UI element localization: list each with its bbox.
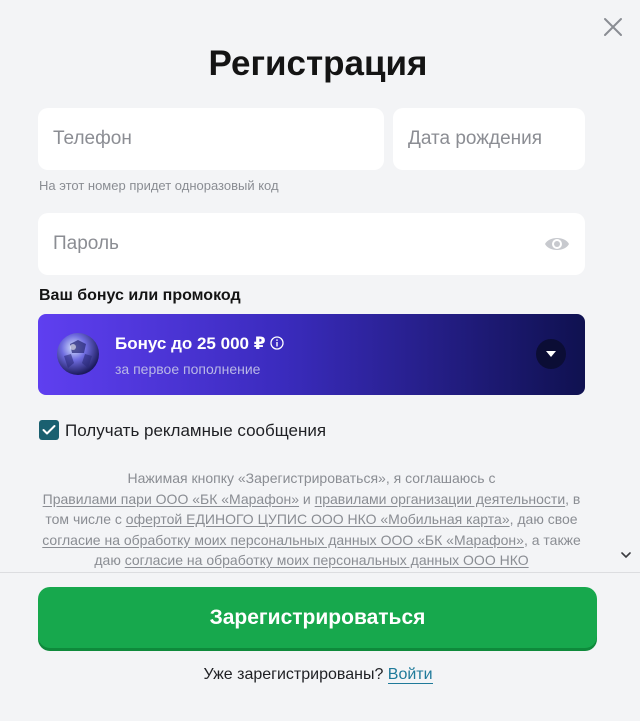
organization-rules-link[interactable]: правилами организации деятельности	[315, 491, 566, 507]
close-button[interactable]	[600, 14, 626, 40]
password-input[interactable]	[38, 213, 585, 275]
ads-consent-checkbox[interactable]	[39, 420, 59, 440]
chevron-down-icon	[546, 351, 556, 357]
login-link[interactable]: Войти	[387, 666, 433, 684]
divider	[0, 572, 640, 573]
legal-text: Нажимая кнопку «Зарегистрироваться», я с…	[38, 468, 585, 571]
register-button[interactable]: Зарегистрироваться	[38, 587, 597, 648]
legal-text-part: Нажимая кнопку «Зарегистрироваться», я с…	[127, 470, 496, 486]
legal-text-part: , даю свое	[509, 511, 578, 527]
phone-field[interactable]	[38, 108, 384, 170]
info-icon[interactable]	[270, 336, 284, 350]
ads-consent-label[interactable]: Получать рекламные сообщения	[65, 421, 326, 441]
bonus-title: Бонус до 25 000 ₽	[115, 334, 266, 353]
ball-icon	[57, 333, 99, 375]
bonus-subtitle: за первое пополнение	[115, 361, 261, 377]
birthdate-input[interactable]	[393, 108, 585, 170]
scroll-down-icon[interactable]	[621, 550, 631, 560]
close-icon	[604, 18, 622, 36]
page-title: Регистрация	[208, 44, 428, 83]
eye-icon[interactable]	[544, 233, 570, 255]
checkmark-icon	[42, 425, 56, 435]
phone-hint: На этот номер придет одноразовый код	[39, 178, 279, 193]
bonus-dropdown-button[interactable]	[536, 339, 566, 369]
bonus-heading: Ваш бонус или промокод	[39, 287, 241, 304]
phone-input[interactable]	[38, 108, 384, 170]
cupis-offer-link[interactable]: офертой ЕДИНОГО ЦУПИС ООО НКО «Мобильная…	[126, 511, 510, 527]
legal-text-part: и	[299, 490, 315, 507]
bonus-selector[interactable]: Бонус до 25 000 ₽ за первое пополнение	[38, 314, 585, 395]
login-row: Уже зарегистрированы? Войти	[0, 666, 636, 684]
nko-data-consent-link[interactable]: согласие на обработку моих персональных …	[125, 552, 529, 568]
already-registered-text: Уже зарегистрированы?	[203, 666, 388, 683]
password-field[interactable]	[38, 213, 585, 275]
betting-rules-link[interactable]: Правилами пари ООО «БК «Марафон»	[43, 491, 299, 507]
birthdate-field[interactable]	[393, 108, 585, 170]
marathon-data-consent-link[interactable]: согласие на обработку моих персональных …	[42, 532, 524, 548]
